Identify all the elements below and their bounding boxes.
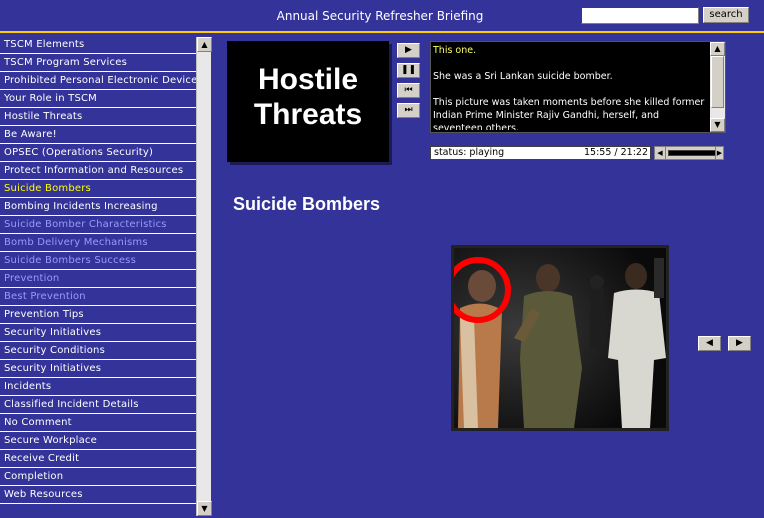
transcript-heading: This one. xyxy=(433,45,477,56)
sidebar-nav: TSCM Elements TSCM Program Services Prohib… xyxy=(0,36,212,518)
module-title-line2: Threats xyxy=(253,98,363,131)
volume-down-icon[interactable]: ◀ xyxy=(655,147,666,159)
sidebar-item[interactable]: No Comment xyxy=(0,414,196,432)
transcript-scrollbar[interactable]: ▲ ▼ xyxy=(710,42,725,132)
scroll-up-icon[interactable]: ▲ xyxy=(710,42,725,56)
sidebar-item[interactable]: Incidents xyxy=(0,378,196,396)
slide-photo xyxy=(451,245,669,431)
search-button[interactable]: search xyxy=(703,7,749,23)
sidebar-item[interactable]: Best Prevention xyxy=(0,288,196,306)
status-bar: status: playing 15:55 / 21:22 xyxy=(430,146,651,160)
transcript-text: This one. She was a Sri Lankan suicide b… xyxy=(433,44,707,130)
sidebar-item[interactable]: Suicide Bombers xyxy=(0,180,196,198)
nav-list: TSCM Elements TSCM Program Services Prohib… xyxy=(0,36,196,518)
page-title: Suicide Bombers xyxy=(233,194,381,214)
sidebar-item[interactable]: Security Initiatives xyxy=(0,360,196,378)
sidebar-item[interactable]: Classified Incident Details xyxy=(0,396,196,414)
sidebar-item[interactable]: TSCM Program Services xyxy=(0,54,196,72)
next-slide-button[interactable]: ▶ xyxy=(728,336,751,351)
prev-slide-button[interactable]: ◀ xyxy=(698,336,721,351)
volume-slider[interactable]: ◀ ▶ xyxy=(654,146,724,160)
play-button[interactable]: ▶ xyxy=(397,43,420,58)
sidebar-scrollbar[interactable]: ▲ ▼ xyxy=(196,37,212,516)
volume-up-icon[interactable]: ▶ xyxy=(715,147,723,159)
photo-image xyxy=(454,248,666,428)
sidebar-item[interactable]: Be Aware! xyxy=(0,126,196,144)
search-input[interactable] xyxy=(581,7,699,24)
scroll-down-icon[interactable]: ▼ xyxy=(710,118,725,132)
forward-button[interactable]: ⏭ xyxy=(397,103,420,118)
sidebar-item[interactable]: Prohibited Personal Electronic Devices xyxy=(0,72,196,90)
scroll-thumb[interactable] xyxy=(711,56,724,108)
sidebar-item[interactable]: Security Initiatives xyxy=(0,324,196,342)
status-text: status: playing xyxy=(434,147,505,158)
module-title-line1: Hostile xyxy=(257,63,359,96)
scroll-down-icon[interactable]: ▼ xyxy=(197,501,212,516)
sidebar-item[interactable]: Hostile Threats xyxy=(0,108,196,126)
sidebar-item[interactable]: TSCM Elements xyxy=(0,36,196,54)
sidebar-item[interactable]: Bombing Incidents Increasing xyxy=(0,198,196,216)
sidebar-item[interactable]: Suicide Bombers Success xyxy=(0,252,196,270)
rewind-button[interactable]: ⏮ xyxy=(397,83,420,98)
sidebar-item[interactable]: Web Resources xyxy=(0,486,196,504)
sidebar-item[interactable]: Prevention xyxy=(0,270,196,288)
sidebar-item[interactable]: Your Role in TSCM xyxy=(0,90,196,108)
sidebar-item[interactable]: Bomb Delivery Mechanisms xyxy=(0,234,196,252)
transcript-paragraph: She was a Sri Lankan suicide bomber. xyxy=(433,71,613,82)
pause-button[interactable]: ❚❚ xyxy=(397,63,420,78)
module-title-box: Hostile Threats xyxy=(227,41,389,162)
sidebar-item[interactable]: Security Conditions xyxy=(0,342,196,360)
sidebar-item[interactable]: Secure Workplace xyxy=(0,432,196,450)
sidebar-item[interactable]: Suicide Bomber Characteristics xyxy=(0,216,196,234)
app-header: Annual Security Refresher Briefing searc… xyxy=(0,0,764,33)
sidebar-item[interactable]: Completion xyxy=(0,468,196,486)
sidebar-item[interactable]: Protect Information and Resources xyxy=(0,162,196,180)
transcript-paragraph: This picture was taken moments before sh… xyxy=(433,97,705,130)
time-display: 15:55 / 21:22 xyxy=(584,147,648,158)
sidebar-item[interactable]: Receive Credit xyxy=(0,450,196,468)
sidebar-item[interactable]: OPSEC (Operations Security) xyxy=(0,144,196,162)
transcript-panel: This one. She was a Sri Lankan suicide b… xyxy=(430,41,726,133)
sidebar-item[interactable]: Prevention Tips xyxy=(0,306,196,324)
volume-track[interactable] xyxy=(668,150,716,156)
scroll-up-icon[interactable]: ▲ xyxy=(197,37,212,52)
